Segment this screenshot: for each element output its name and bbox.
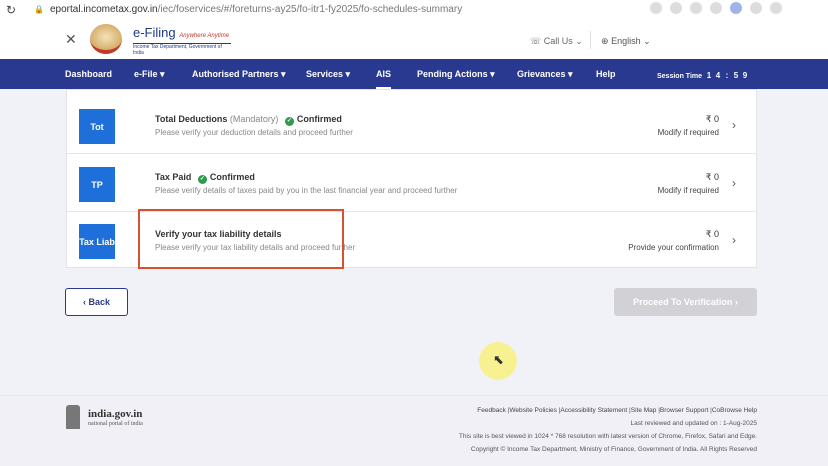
language-dropdown[interactable]: ⊕ English ⌄ <box>601 36 651 47</box>
extension-icon[interactable] <box>690 2 702 14</box>
main-nav: Dashboard e-File ▾ Authorised Partners ▾… <box>0 59 828 89</box>
footer-link-website-policies[interactable]: Website Policies <box>509 407 557 414</box>
schedule-badge: TP <box>79 167 115 202</box>
schedule-amount: ₹ 0 <box>705 172 719 182</box>
schedule-badge: Tot <box>79 109 115 144</box>
footer-link-browser-support[interactable]: Browser Support <box>660 407 708 414</box>
footer-link-site-map[interactable]: Site Map <box>631 407 657 414</box>
nav-ais[interactable]: AIS <box>376 69 392 89</box>
status-badge: ✓ Confirmed <box>284 114 342 126</box>
india-gov-link[interactable]: india.gov.in <box>88 408 142 420</box>
footer-links: Feedback |Website Policies |Accessibilit… <box>477 407 757 414</box>
close-icon[interactable]: ✕ <box>65 31 77 48</box>
footer-link-cobrowse-help[interactable]: CoBrowse Help <box>712 407 757 414</box>
efiling-logo[interactable]: e-Filing Anywhere Anytime <box>133 25 229 40</box>
extension-icon[interactable] <box>730 2 742 14</box>
india-gov-subtitle: national portal of india <box>88 421 143 427</box>
extension-icon[interactable] <box>770 2 782 14</box>
proceed-to-verification-button[interactable]: Proceed To Verification › <box>614 288 757 316</box>
back-button[interactable]: ‹ Back <box>65 288 128 316</box>
last-reviewed: Last reviewed and updated on : 1-Aug-202… <box>630 420 757 427</box>
extension-icon[interactable] <box>710 2 722 14</box>
schedule-description: Please verify details of taxes paid by y… <box>155 186 458 195</box>
schedule-action: Modify if required <box>657 128 719 137</box>
nav-help[interactable]: Help <box>596 69 616 79</box>
call-us-dropdown[interactable]: ☏ Call Us ⌄ <box>530 36 583 47</box>
chevron-right-icon[interactable]: › <box>732 233 736 247</box>
browser-address-bar[interactable]: ↻ 🔒 eportal.incometax.gov.in/iec/foservi… <box>0 0 828 19</box>
url-text[interactable]: eportal.incometax.gov.in/iec/foservices/… <box>50 4 462 15</box>
footer-link-feedback[interactable]: Feedback <box>477 407 506 414</box>
schedule-badge: Tax Liab <box>79 224 115 259</box>
session-timer: Session Time 14:59 <box>657 71 748 80</box>
national-emblem-icon <box>66 405 80 429</box>
chevron-right-icon[interactable]: › <box>732 118 736 132</box>
logo-subtitle: Income Tax Department, Government of Ind… <box>133 43 231 56</box>
check-icon: ✓ <box>197 175 207 184</box>
nav-grievances[interactable]: Grievances ▾ <box>517 69 573 80</box>
schedule-title: Tax Paid ✓ Confirmed <box>155 172 255 184</box>
mouse-pointer-icon: ⬉ <box>493 352 504 367</box>
copyright: Copyright © Income Tax Department, Minis… <box>470 446 757 453</box>
chevron-right-icon[interactable]: › <box>732 176 736 190</box>
status-badge: ✓ Confirmed <box>197 172 255 184</box>
nav-pending-actions[interactable]: Pending Actions ▾ <box>417 69 495 80</box>
schedule-row-total-deductions[interactable]: Tot Total Deductions (Mandatory) ✓ Confir… <box>67 96 756 154</box>
highlight-box <box>138 209 344 269</box>
extension-icon[interactable] <box>670 2 682 14</box>
nav-efile[interactable]: e-File ▾ <box>134 69 165 80</box>
schedule-title: Total Deductions (Mandatory) ✓ Confirmed <box>155 114 342 126</box>
best-viewed-note: This site is best viewed in 1024 * 768 r… <box>458 433 757 440</box>
nav-services[interactable]: Services ▾ <box>306 69 350 80</box>
schedule-amount: ₹ 0 <box>705 229 719 239</box>
emblem-logo-icon <box>90 24 122 54</box>
schedule-amount: ₹ 0 <box>705 114 719 124</box>
reload-icon[interactable]: ↻ <box>6 3 20 17</box>
site-footer: india.gov.in national portal of india Fe… <box>0 395 828 466</box>
browser-extensions <box>650 2 782 14</box>
nav-authorised-partners[interactable]: Authorised Partners ▾ <box>192 69 286 80</box>
divider <box>590 31 591 49</box>
lock-icon: 🔒 <box>34 5 44 14</box>
cursor-highlight: ⬉ <box>479 342 517 380</box>
extension-icon[interactable] <box>650 2 662 14</box>
footer-link-accessibility[interactable]: Accessibility Statement <box>560 407 627 414</box>
schedule-action: Modify if required <box>657 186 719 195</box>
globe-icon: ⊕ <box>601 36 609 46</box>
nav-dashboard[interactable]: Dashboard <box>65 69 112 79</box>
extension-icon[interactable] <box>750 2 762 14</box>
check-icon: ✓ <box>284 117 294 126</box>
schedule-action: Provide your confirmation <box>628 243 719 252</box>
schedule-row-tax-paid[interactable]: TP Tax Paid ✓ Confirmed Please verify det… <box>67 154 756 212</box>
schedule-description: Please verify your deduction details and… <box>155 128 353 137</box>
site-header: ✕ e-Filing Anywhere Anytime Income Tax D… <box>0 19 828 59</box>
